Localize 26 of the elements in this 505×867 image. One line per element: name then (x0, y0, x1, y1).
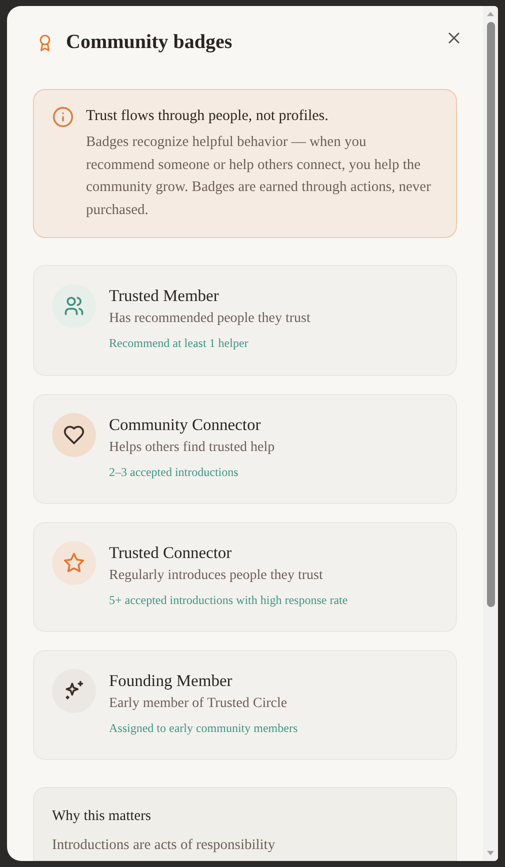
badge-name: Trusted Connector (109, 542, 233, 563)
scroll-up-icon[interactable] (486, 10, 495, 17)
heart-icon (63, 424, 85, 446)
dialog-title: Community badges (66, 31, 234, 54)
badge-description: Regularly introduces people they trust (109, 566, 324, 585)
people-icon (63, 295, 85, 318)
scrollbar-thumb[interactable] (486, 22, 494, 607)
badge-name: Trusted Member (109, 286, 220, 306)
badge-name: Community Connector (109, 414, 262, 435)
badge-requirement: Assigned to early community members (109, 720, 298, 736)
badge-requirement: 5+ accepted introductions with high response rate (109, 592, 348, 608)
panel-text: Introductions are acts of responsibility (52, 836, 276, 854)
badge-name: Founding Member (109, 670, 234, 691)
badge-description: Has recommended people they trust (109, 310, 310, 328)
sparkle-icon (63, 680, 85, 702)
scrollbar[interactable] (483, 6, 498, 861)
badge-requirement: Recommend at least 1 helper (109, 336, 250, 352)
scroll-down-icon[interactable] (486, 850, 495, 857)
panel-heading: Why this matters (52, 808, 152, 825)
badge-description: Early member of Trusted Circle (109, 694, 288, 713)
callout-text: Badges recognize helpful behavior — when you recommend someone or help others connect, you help the community grow. Badges are earned through actions, never purchased. (86, 133, 432, 220)
badge-description: Helps others find trusted help (109, 438, 275, 457)
callout-heading: Trust flows through people, not profiles. (86, 108, 330, 126)
info-icon (52, 106, 74, 128)
star-icon (63, 552, 85, 574)
badge-requirement: 2–3 accepted introductions (109, 464, 240, 480)
